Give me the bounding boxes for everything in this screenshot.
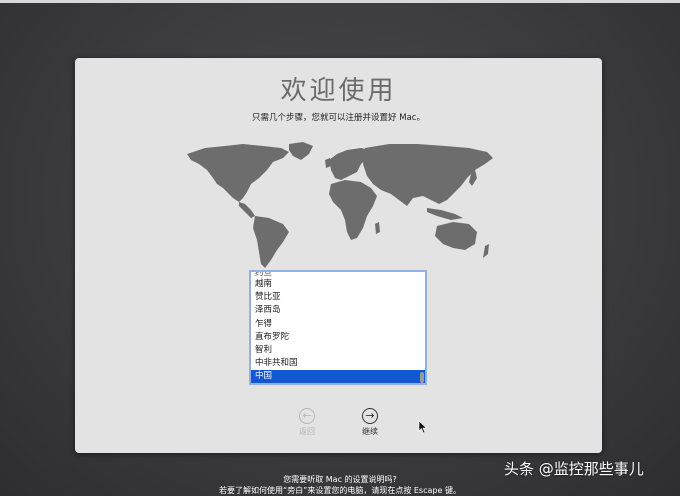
watermark: 头条 @监控那些事儿 xyxy=(504,460,644,478)
continue-button[interactable]: → 继续 xyxy=(350,408,390,437)
list-scrollbar[interactable] xyxy=(420,372,424,383)
list-item[interactable]: 赞比亚 xyxy=(251,291,425,304)
back-button[interactable]: ← 返回 xyxy=(287,408,327,437)
continue-label: 继续 xyxy=(362,427,378,436)
map-new-zealand xyxy=(483,244,489,258)
country-list[interactable]: 约旦 越南 赞比亚 泽西岛 乍得 直布罗陀 智利 中非共和国 中国 xyxy=(249,270,427,385)
voiceover-instructions: 若要了解如何使用“旁白”来设置您的电脑，请现在点按 Escape 键。 xyxy=(219,486,461,495)
map-south-america xyxy=(253,216,289,268)
map-indonesia xyxy=(427,208,463,220)
list-item[interactable]: 直布罗陀 xyxy=(251,331,425,344)
map-greenland xyxy=(289,142,313,160)
mouse-pointer-icon xyxy=(418,420,428,434)
list-item[interactable]: 中非共和国 xyxy=(251,357,425,370)
list-item[interactable]: 泽西岛 xyxy=(251,304,425,317)
back-label: 返回 xyxy=(299,427,315,436)
map-central-america xyxy=(239,202,255,218)
arrow-right-circle-icon: → xyxy=(362,408,378,424)
top-edge xyxy=(0,0,680,3)
page-subtitle: 只需几个步骤，您就可以注册并设置好 Mac。 xyxy=(252,113,425,123)
world-map-image xyxy=(187,142,493,268)
arrow-left-circle-icon: ← xyxy=(299,408,315,424)
page-title: 欢迎使用 xyxy=(280,76,397,106)
list-item-selected[interactable]: 中国 xyxy=(251,370,425,383)
map-madagascar xyxy=(375,222,380,234)
map-africa xyxy=(329,180,377,240)
list-item[interactable]: 智利 xyxy=(251,344,425,357)
map-north-america xyxy=(187,144,289,202)
list-item[interactable]: 乍得 xyxy=(251,318,425,331)
map-uk xyxy=(325,158,331,168)
setup-assistant-panel: 欢迎使用 只需几个步骤，您就可以注册并设置好 Mac。 约旦 越南 赞比亚 泽西… xyxy=(75,58,602,453)
map-australia xyxy=(435,222,477,250)
list-item[interactable]: 越南 xyxy=(251,278,425,291)
